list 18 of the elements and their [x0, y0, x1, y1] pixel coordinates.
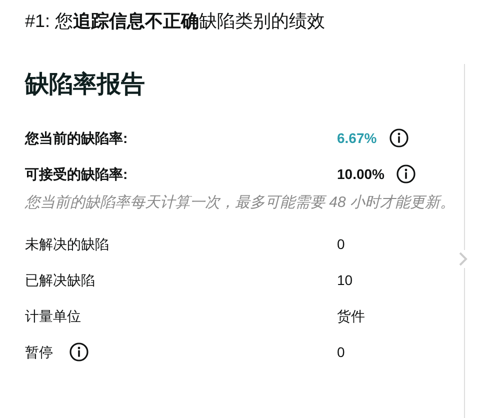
stat-value: 10	[337, 270, 353, 290]
stat-label: 未解决的缺陷	[25, 234, 109, 254]
stat-label: 已解决缺陷	[25, 270, 95, 290]
stat-value: 0	[337, 234, 345, 254]
rate-label: 可接受的缺陷率:	[25, 164, 129, 184]
rate-value: 6.67%	[337, 128, 377, 148]
rate-label: 您当前的缺陷率:	[25, 128, 129, 148]
report-heading: 缺陷率报告	[25, 70, 146, 100]
info-icon[interactable]	[396, 164, 416, 184]
info-icon[interactable]	[388, 128, 409, 148]
rate-value: 10.00%	[337, 164, 384, 184]
info-icon[interactable]	[69, 342, 89, 362]
update-note: 您当前的缺陷率每天计算一次，最多可能需要 48 小时才能更新。	[25, 193, 456, 213]
page-title: #1: 您追踪信息不正确缺陷类别的绩效	[25, 10, 326, 33]
stat-value: 0	[337, 342, 345, 362]
stat-label: 暂停	[25, 342, 53, 362]
stat-label: 计量单位	[25, 306, 81, 326]
stat-value: 货件	[337, 306, 365, 326]
